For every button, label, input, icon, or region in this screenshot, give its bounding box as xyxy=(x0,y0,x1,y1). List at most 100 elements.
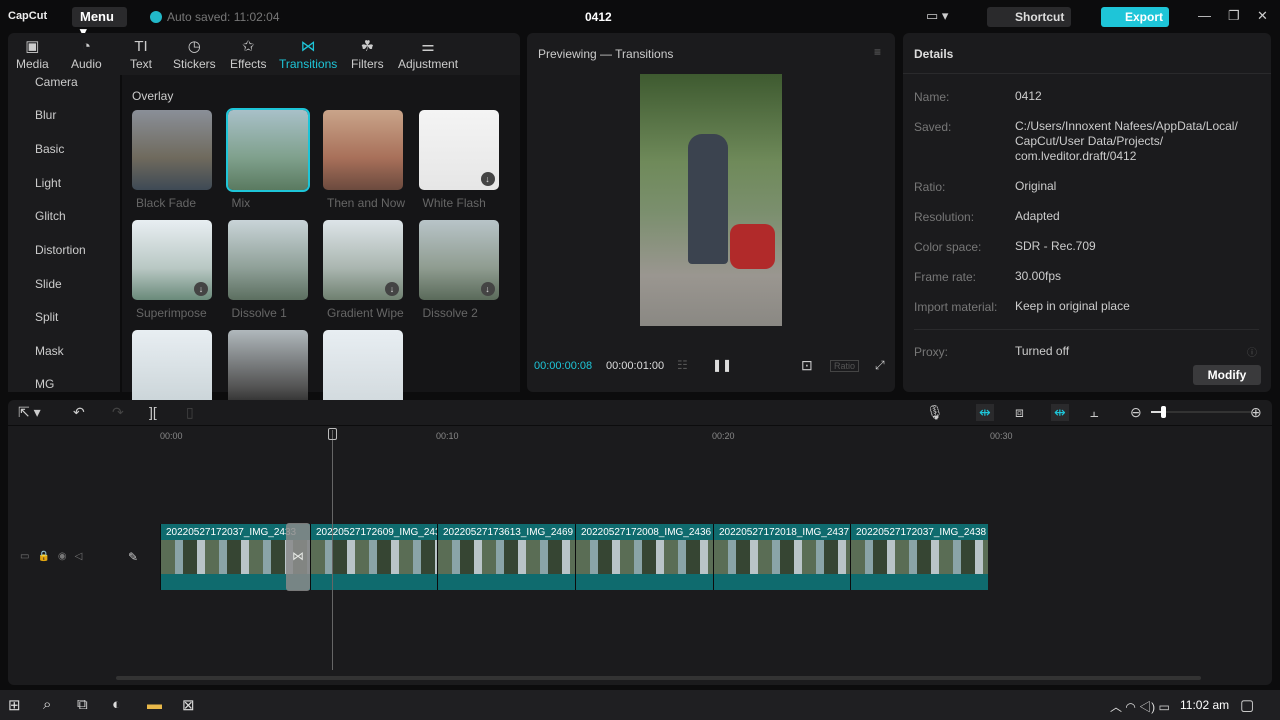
tab-label: Adjustment xyxy=(398,57,459,71)
tab-transitions[interactable]: ⋈ Transitions xyxy=(279,37,337,71)
transition-thumb[interactable]: ↓ xyxy=(418,220,499,300)
transition-label: Dissolve 1 xyxy=(231,306,287,320)
tab-label: Transitions xyxy=(279,57,338,71)
ratio-button[interactable]: Ratio xyxy=(830,360,860,372)
magnet-icon[interactable]: ⇹ xyxy=(976,404,994,421)
select-tool-icon[interactable]: ⇱ ▾ xyxy=(18,404,41,421)
timeline-grid-icon[interactable]: ☷ xyxy=(677,358,688,372)
tab-label: Audio xyxy=(71,57,102,71)
layout-icon[interactable]: ▭ ▾ xyxy=(926,8,948,24)
transition-thumb[interactable]: ↓ xyxy=(132,220,212,300)
effects-icon: ✩ xyxy=(241,38,255,55)
category-mask[interactable]: Mask xyxy=(35,344,64,358)
file-explorer-icon[interactable]: ▬ xyxy=(147,696,162,713)
menu-button[interactable]: Menu ▾ xyxy=(72,7,127,39)
tab-audio[interactable]: ◔ Audio xyxy=(71,37,102,71)
redo-icon[interactable]: ↷ xyxy=(112,404,124,421)
category-glitch[interactable]: Glitch xyxy=(35,209,66,223)
tab-filters[interactable]: ☘ Filters xyxy=(351,37,384,71)
transition-thumb[interactable] xyxy=(227,330,308,410)
delete-icon[interactable]: ▯ xyxy=(186,404,194,421)
clip-name: 20220527173613_IMG_2469 xyxy=(443,527,574,538)
transition-thumb[interactable] xyxy=(323,110,403,190)
category-basic[interactable]: Basic xyxy=(35,142,64,156)
ruler-tick: 00:10 xyxy=(436,431,459,441)
download-icon[interactable]: ↓ xyxy=(480,282,495,296)
windows-start-icon[interactable]: ⊞ xyxy=(8,696,21,714)
motorcycle xyxy=(730,224,775,269)
transition-thumb[interactable]: ↓ xyxy=(323,220,403,300)
search-icon[interactable]: ⌕ xyxy=(43,696,51,713)
export-label: Export xyxy=(1125,10,1164,24)
track-controls[interactable]: ▭🔒◉◁ xyxy=(20,551,90,562)
detail-value: 0412 xyxy=(1015,89,1042,103)
zoom-in-icon[interactable]: ⊕ xyxy=(1250,404,1262,421)
video-clip[interactable]: 20220527173613_IMG_2469 xyxy=(437,524,575,590)
task-view-icon[interactable]: ⧉ xyxy=(77,696,88,713)
edit-cover-icon[interactable]: ✎ xyxy=(128,550,138,564)
adjustment-icon: ⚌ xyxy=(421,38,435,55)
minimize-icon[interactable]: — xyxy=(1198,8,1211,23)
capcut-taskbar-icon[interactable]: ⊠ xyxy=(182,696,195,714)
download-icon[interactable]: ↓ xyxy=(194,282,208,296)
playhead[interactable] xyxy=(328,428,337,670)
video-preview[interactable] xyxy=(640,74,782,326)
tab-adjustment[interactable]: ⚌ Adjustment xyxy=(398,37,458,71)
category-mg[interactable]: MG xyxy=(35,377,54,391)
download-icon[interactable]: ↓ xyxy=(480,172,495,186)
export-button[interactable]: Export xyxy=(1101,7,1169,27)
video-clip[interactable]: 20220527172018_IMG_2437 xyxy=(713,524,850,590)
category-camera[interactable]: Camera xyxy=(35,75,78,89)
transition-thumb[interactable] xyxy=(323,330,403,410)
video-clip[interactable]: 20220527172037_IMG_2438 xyxy=(850,524,988,590)
modify-button[interactable]: Modify xyxy=(1193,365,1261,385)
zoom-slider[interactable] xyxy=(1151,406,1251,418)
clip-frames xyxy=(851,540,988,574)
tab-effects[interactable]: ✩ Effects xyxy=(230,37,266,71)
transition-thumb[interactable] xyxy=(227,220,308,300)
help-icon[interactable]: ⓘ xyxy=(1247,344,1257,359)
undo-icon[interactable]: ↶ xyxy=(73,404,85,421)
hamburger-icon[interactable]: ≡ xyxy=(874,45,881,59)
preview-axis-icon[interactable]: ⇹ xyxy=(1051,404,1069,421)
horizontal-scrollbar[interactable] xyxy=(116,676,1201,680)
transition-label: White Flash xyxy=(422,196,486,210)
microphone-icon[interactable]: 🎙 xyxy=(926,404,944,421)
restore-icon[interactable]: ❐ xyxy=(1228,8,1240,24)
link-icon[interactable]: ⧈ xyxy=(1015,404,1024,421)
zoom-out-icon[interactable]: ⊖ xyxy=(1130,404,1142,421)
transition-marker[interactable]: ⋈ xyxy=(286,523,310,591)
download-icon[interactable]: ↓ xyxy=(385,282,399,296)
clip-name: 20220527172037_IMG_2438 xyxy=(856,527,987,538)
category-distortion[interactable]: Distortion xyxy=(35,243,86,257)
transition-thumb[interactable] xyxy=(132,110,212,190)
split-icon[interactable]: ][ xyxy=(149,404,157,420)
transition-thumb[interactable] xyxy=(132,330,212,410)
align-icon[interactable]: ⫠ xyxy=(1090,404,1098,421)
screenshot-icon[interactable]: ⊡ xyxy=(801,357,813,374)
zoom-slider-handle[interactable] xyxy=(1161,406,1166,418)
detail-label: Name: xyxy=(914,90,950,104)
tab-label: Filters xyxy=(351,57,384,71)
close-icon[interactable]: ✕ xyxy=(1257,8,1268,24)
detail-label: Ratio: xyxy=(914,180,946,194)
tab-media[interactable]: ▣ Media xyxy=(16,37,49,71)
text-icon: TI xyxy=(134,38,148,55)
tab-text[interactable]: TI Text xyxy=(130,37,152,71)
category-light[interactable]: Light xyxy=(35,176,61,190)
category-blur[interactable]: Blur xyxy=(35,108,56,122)
tab-stickers[interactable]: ◷ Stickers xyxy=(173,37,216,71)
detail-label: Resolution: xyxy=(914,210,975,224)
transition-thumb[interactable]: ↓ xyxy=(418,110,499,190)
fullscreen-icon[interactable]: ⤢ xyxy=(875,358,885,373)
video-clip[interactable]: 20220527172008_IMG_2436 xyxy=(575,524,713,590)
category-slide[interactable]: Slide xyxy=(35,277,62,291)
system-tray-icons[interactable]: ︿ ◠ ◁) ▭ xyxy=(1110,698,1170,715)
notification-icon[interactable]: ▢ xyxy=(1240,696,1254,714)
shortcut-button[interactable]: Shortcut xyxy=(987,7,1071,27)
edge-icon[interactable]: ◐ xyxy=(112,696,121,713)
pause-icon[interactable]: ❚❚ xyxy=(712,358,732,372)
category-split[interactable]: Split xyxy=(35,310,58,324)
transition-thumb[interactable] xyxy=(225,108,310,192)
video-clip[interactable]: 20220527172609_IMG_2434 xyxy=(310,524,437,590)
